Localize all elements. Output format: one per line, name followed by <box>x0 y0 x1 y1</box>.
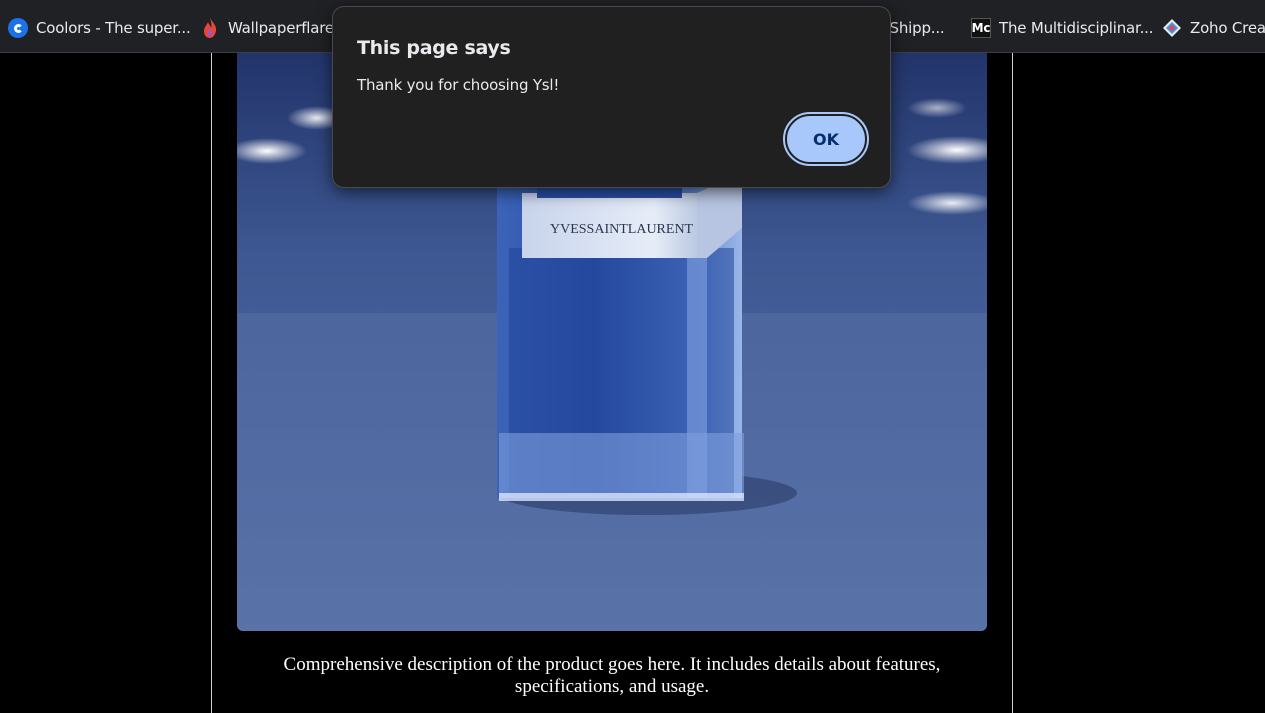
bookmark-label: Wallpaperflare - <box>228 19 344 37</box>
bookmark-coolors[interactable]: Coolors - The super... <box>8 16 191 40</box>
ok-button[interactable]: OK <box>783 112 869 166</box>
bookmark-label: The Multidisciplinar... <box>999 19 1154 37</box>
coolors-icon <box>8 18 28 38</box>
alert-dialog: This page says Thank you for choosing Ys… <box>332 6 891 188</box>
bookmark-multidisciplinary[interactable]: Mc The Multidisciplinar... <box>971 16 1154 40</box>
bookmark-wallpaperflare[interactable]: Wallpaperflare - <box>200 16 344 40</box>
product-description: Comprehensive description of the product… <box>283 654 941 697</box>
mc-icon: Mc <box>971 18 991 38</box>
bookmark-zoho[interactable]: Zoho Creat <box>1162 16 1265 40</box>
bookmark-label: Zoho Creat <box>1190 19 1265 37</box>
zoho-diamond-icon <box>1162 18 1182 38</box>
flame-icon <box>200 18 220 38</box>
brand-label: YVESSAINTLAURENT <box>550 222 694 237</box>
dialog-message: Thank you for choosing Ysl! <box>357 76 560 94</box>
bookmark-label: Coolors - The super... <box>36 19 191 37</box>
dialog-title: This page says <box>357 37 511 59</box>
